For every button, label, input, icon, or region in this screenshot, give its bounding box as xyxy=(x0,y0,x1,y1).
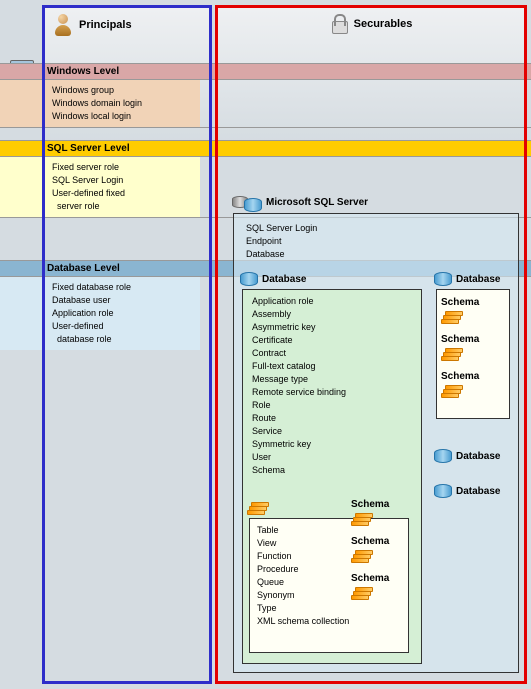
database-cyl-icon xyxy=(434,484,452,498)
list-item: Symmetric key xyxy=(252,438,416,451)
schema-stack-icon xyxy=(351,513,373,529)
list-item: Windows local login xyxy=(52,110,200,123)
extra-db-title: Database xyxy=(456,273,500,286)
list-item: Database xyxy=(246,248,512,261)
windows-level-title: Windows Level xyxy=(0,64,531,80)
lock-icon xyxy=(330,14,348,34)
securables-header: Securables xyxy=(218,8,524,40)
principals-header: Principals xyxy=(45,8,209,42)
list-item: Fixed database role xyxy=(52,281,200,294)
list-item: Windows group xyxy=(52,84,200,97)
database-sec-items: Application role Assembly Asymmetric key… xyxy=(248,295,416,477)
windows-level-items: Windows group Windows domain login Windo… xyxy=(0,80,200,127)
schema-label-group: Schema Schema Schema xyxy=(351,496,389,603)
database-cyl-icon xyxy=(434,272,452,286)
sql-server-sec-header: Microsoft SQL Server xyxy=(232,192,368,212)
schema-label: Schema xyxy=(351,498,389,511)
list-item: User-defined xyxy=(52,320,200,333)
user-icon xyxy=(53,14,73,36)
list-item: SQL Server Login xyxy=(52,174,200,187)
sql-server-sec-title: Microsoft SQL Server xyxy=(266,197,368,208)
list-item: Application role xyxy=(52,307,200,320)
schema-stack-icon xyxy=(247,502,269,518)
database-sec-title: Database xyxy=(262,273,306,286)
schema-label: Schema xyxy=(441,370,479,383)
schema-label: Schema xyxy=(441,333,479,346)
list-item: XML schema collection xyxy=(257,615,403,628)
extra-db-label: Database xyxy=(456,450,500,463)
list-item: Message type xyxy=(252,373,416,386)
list-item: Service xyxy=(252,425,416,438)
list-item: Full-text catalog xyxy=(252,360,416,373)
list-item: Remote service binding xyxy=(252,386,416,399)
list-item: Endpoint xyxy=(246,235,512,248)
extra-db-3: Database xyxy=(434,484,500,498)
server-db-icon xyxy=(244,198,262,212)
schema-label: Schema xyxy=(351,535,389,548)
list-item: server role xyxy=(52,200,200,213)
schema-stack-icon xyxy=(351,587,373,603)
extra-db-header: Database xyxy=(434,272,500,286)
list-item: User xyxy=(252,451,416,464)
schema-stack-icon xyxy=(441,348,463,364)
extra-db-2: Database xyxy=(434,449,500,463)
list-item: Asymmetric key xyxy=(252,321,416,334)
windows-level-band: Windows Level Windows group Windows doma… xyxy=(0,63,531,128)
sql-server-sec-panel: SQL Server Login Endpoint Database Datab… xyxy=(233,213,519,673)
schema-label: Schema xyxy=(441,296,479,309)
extra-db-label: Database xyxy=(456,485,500,498)
list-item: SQL Server Login xyxy=(246,222,512,235)
schema-stack-icon xyxy=(351,550,373,566)
list-item: Type xyxy=(257,602,403,615)
list-item: Contract xyxy=(252,347,416,360)
list-item: Schema xyxy=(252,464,416,477)
list-item: Database user xyxy=(52,294,200,307)
list-item: database role xyxy=(52,333,200,346)
list-item: Certificate xyxy=(252,334,416,347)
database-cyl-icon xyxy=(240,272,258,286)
schema-stack-icon xyxy=(441,311,463,327)
list-item: Application role xyxy=(252,295,416,308)
schema-stack-icon xyxy=(441,385,463,401)
list-item: Windows domain login xyxy=(52,97,200,110)
server-sec-items: SQL Server Login Endpoint Database xyxy=(240,220,512,267)
list-item: Assembly xyxy=(252,308,416,321)
securables-title: Securables xyxy=(354,18,413,30)
extra-db-panel: Schema Schema Schema xyxy=(436,289,510,419)
list-item: Role xyxy=(252,399,416,412)
database-sec-panel: Application role Assembly Asymmetric key… xyxy=(242,289,422,664)
list-item: Route xyxy=(252,412,416,425)
sql-level-title: SQL Server Level xyxy=(0,141,531,157)
sql-level-items: Fixed server role SQL Server Login User-… xyxy=(0,157,200,217)
database-sec-header: Database xyxy=(240,272,306,286)
list-item: Fixed server role xyxy=(52,161,200,174)
db-level-items: Fixed database role Database user Applic… xyxy=(0,277,200,350)
list-item: User-defined fixed xyxy=(52,187,200,200)
database-cyl-icon xyxy=(434,449,452,463)
principals-title: Principals xyxy=(79,19,132,31)
schema-label: Schema xyxy=(351,572,389,585)
